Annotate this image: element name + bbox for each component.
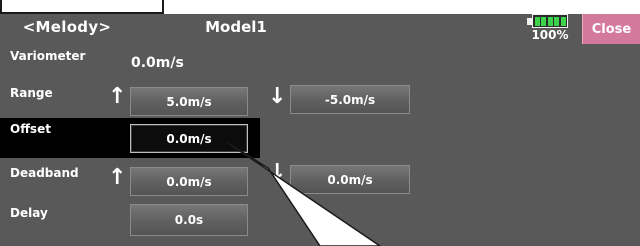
deadband-up-button[interactable]: 0.0m/s [130, 167, 248, 196]
delay-button[interactable]: 0.0s [130, 204, 248, 236]
delay-label: Delay [10, 206, 48, 220]
top-tab-frame [0, 0, 164, 14]
down-arrow-icon: ↓ [268, 160, 287, 185]
range-down-button[interactable]: -5.0m/s [290, 85, 410, 114]
deadband-down-button[interactable]: 0.0m/s [290, 165, 410, 194]
variometer-screen: <Melody> Model1 100% Close Variometer 0.… [0, 14, 640, 246]
offset-label: Offset [10, 122, 51, 136]
mode-title[interactable]: <Melody> [12, 18, 122, 36]
variometer-label: Variometer [10, 49, 86, 63]
up-arrow-icon: ↑ [108, 165, 127, 190]
battery-icon [532, 14, 568, 28]
range-label: Range [10, 86, 53, 100]
variometer-value: 0.0m/s [131, 55, 184, 71]
header: <Melody> Model1 100% Close [0, 14, 640, 44]
down-arrow-icon: ↓ [268, 84, 287, 109]
close-button[interactable]: Close [582, 14, 640, 44]
model-title: Model1 [205, 18, 267, 36]
deadband-label: Deadband [10, 166, 79, 180]
battery-percentage: 100% [531, 28, 569, 42]
offset-button[interactable]: 0.0m/s [130, 124, 248, 153]
up-arrow-icon: ↑ [108, 84, 127, 109]
range-up-button[interactable]: 5.0m/s [130, 87, 248, 116]
